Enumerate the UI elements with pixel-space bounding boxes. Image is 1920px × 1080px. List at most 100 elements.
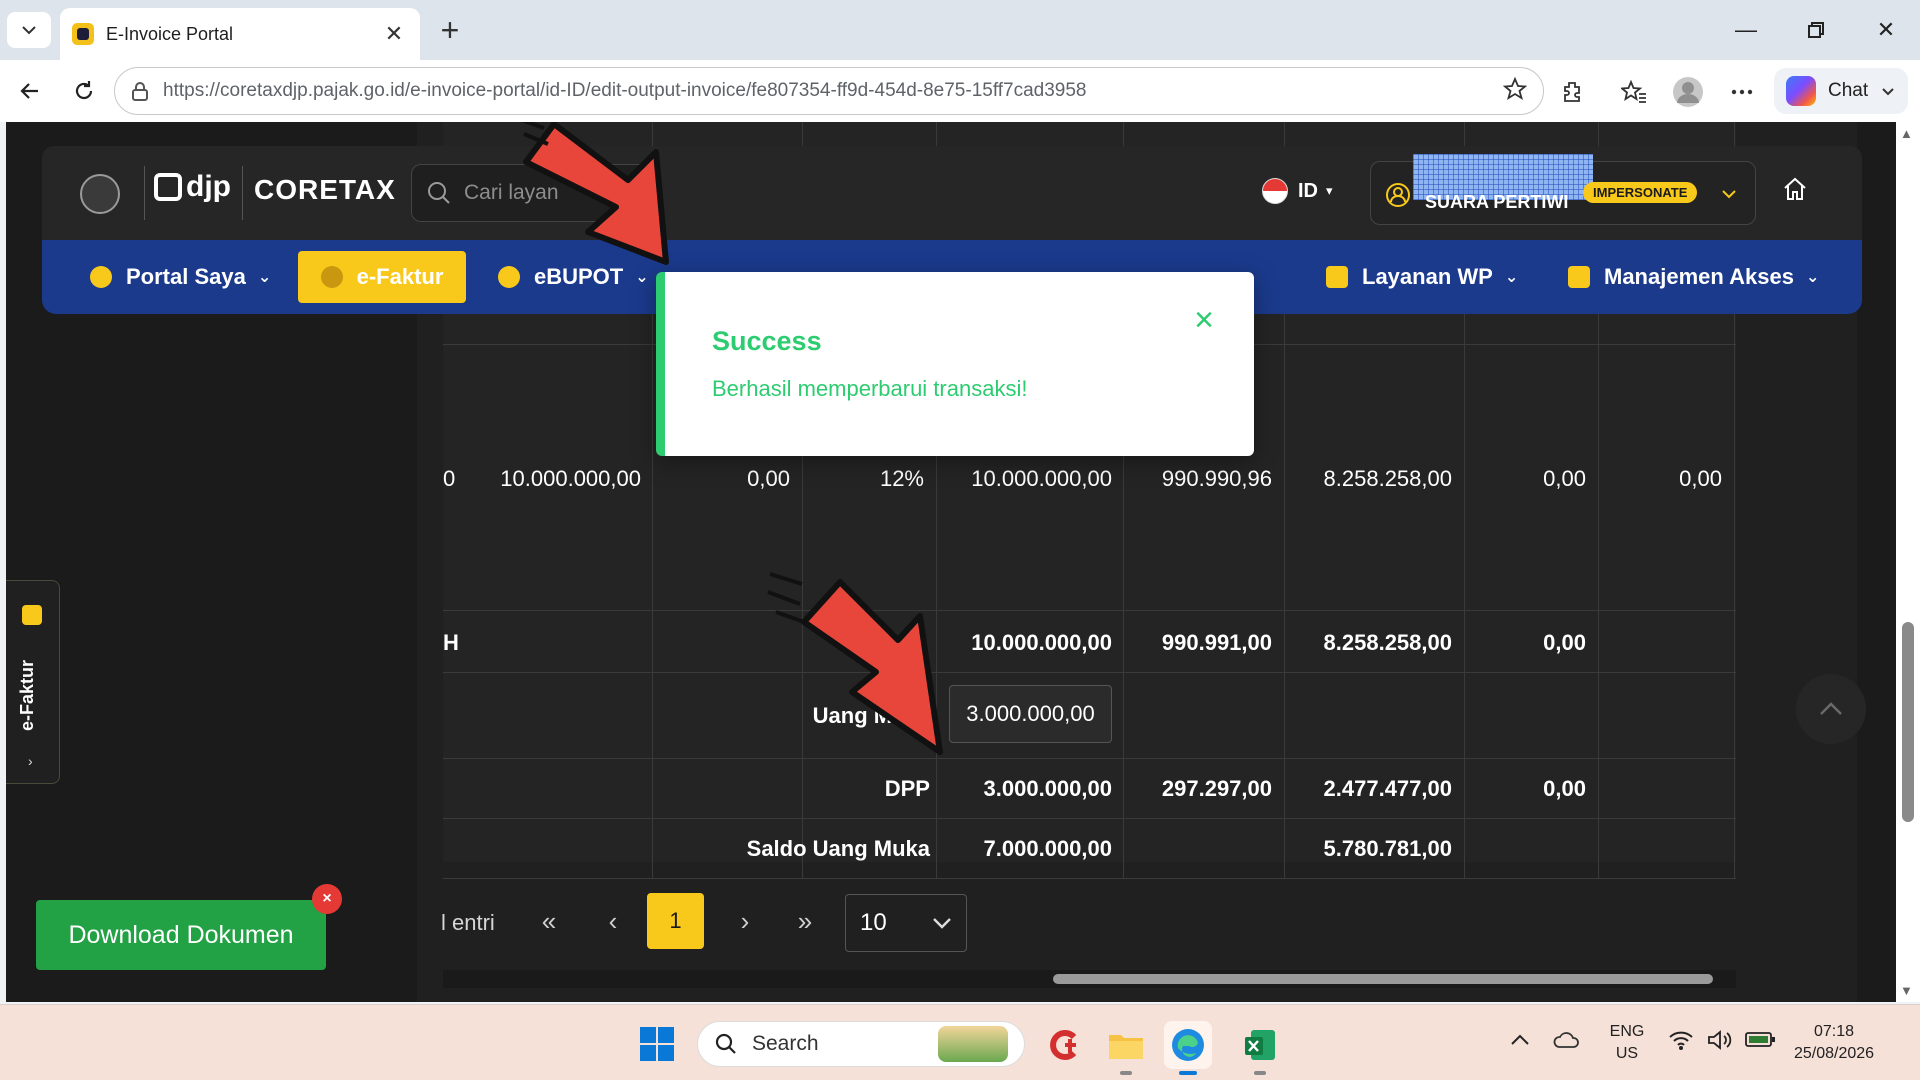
arrow-left-icon [20, 83, 38, 99]
grid-icon [1326, 266, 1348, 288]
nav-portal-saya[interactable]: Portal Saya ⌄ [78, 251, 283, 303]
prev-page-button[interactable]: ‹ [584, 892, 642, 950]
clock[interactable]: 07:18 25/08/2026 [1784, 1021, 1884, 1065]
nav-manajemen-akses[interactable]: Manajemen Akses ⌄ [1556, 251, 1831, 303]
home-icon [1784, 177, 1806, 200]
tab-close-icon[interactable]: ✕ [380, 21, 408, 47]
table-cell: 297.297,00 [1161, 776, 1272, 801]
next-page-button[interactable]: › [716, 892, 774, 950]
extensions-icon[interactable] [1554, 74, 1590, 110]
coretax-logo: CORETAX [254, 174, 396, 205]
chevron-up-icon [1820, 702, 1842, 715]
close-icon[interactable]: × [312, 884, 342, 914]
red-arrow-annotation [521, 122, 669, 265]
toast-title: Success [712, 326, 822, 356]
chat-label: Chat [1828, 80, 1869, 101]
toast-message: Berhasil memperbarui transaksi! [712, 376, 1028, 401]
table-cell: 0 [443, 466, 456, 491]
impersonate-badge: IMPERSONATE [1583, 182, 1698, 203]
table-cell: 0,00 [747, 466, 790, 491]
back-button[interactable] [8, 70, 52, 112]
minimize-button[interactable]: — [1716, 10, 1776, 50]
djp-logo: djp [154, 170, 231, 204]
key-icon [1568, 266, 1590, 288]
chevron-down-icon [22, 26, 36, 35]
portal-icon [90, 266, 112, 288]
restore-icon [1808, 22, 1824, 38]
close-icon[interactable]: × [1188, 303, 1220, 337]
more-menu-icon[interactable] [1724, 74, 1760, 110]
show-hidden-icons-button[interactable] [1510, 1033, 1530, 1052]
coretax-app-icon[interactable] [1040, 1021, 1088, 1069]
reload-button[interactable] [62, 70, 106, 112]
nav-layanan-wp[interactable]: Layanan WP ⌄ [1314, 251, 1530, 303]
table-cell: 7.000.000,00 [983, 836, 1112, 861]
saldo-uang-muka-label: Saldo Uang Muka [746, 836, 930, 861]
restore-button[interactable] [1786, 10, 1846, 50]
tab-list-button[interactable] [7, 12, 51, 48]
table-horizontal-scrollbar[interactable] [443, 970, 1736, 988]
e-faktur-side-tab[interactable]: e-Faktur › [6, 580, 60, 784]
input-language-indicator[interactable]: ENG US [1604, 1021, 1650, 1065]
indonesia-flag-icon [1262, 178, 1288, 204]
table-cell: 0,00 [1543, 776, 1586, 801]
chevron-down-icon [1722, 190, 1736, 199]
onedrive-icon[interactable] [1552, 1029, 1580, 1056]
windows-start-button[interactable] [640, 1027, 674, 1061]
copilot-logo-icon [1786, 76, 1816, 106]
web-page: 0 10.000.000,00 0,00 12% 10.000.000,00 9… [6, 122, 1896, 1002]
search-highlight-image [938, 1026, 1008, 1062]
table-cell: 0,00 [1679, 466, 1722, 491]
excel-icon[interactable] [1236, 1021, 1284, 1075]
page-size-value: 10 [860, 909, 887, 936]
table-cell: 990.991,00 [1161, 630, 1272, 655]
page-size-select[interactable]: 10 [845, 894, 967, 952]
address-bar[interactable]: https://coretaxdjp.pajak.go.id/e-invoice… [114, 67, 1544, 115]
browser-tab[interactable]: E-Invoice Portal ✕ [60, 8, 420, 60]
e-faktur-icon [320, 266, 343, 288]
close-window-button[interactable]: ✕ [1856, 10, 1916, 50]
url-text: https://coretaxdjp.pajak.go.id/e-invoice… [163, 80, 1087, 101]
djp-emblem-logo [80, 174, 120, 214]
copilot-chat-button[interactable]: Chat [1774, 68, 1908, 114]
success-toast: Success Berhasil memperbarui transaksi! … [656, 272, 1254, 456]
language-selector[interactable]: ID ▾ [1262, 178, 1333, 204]
favorite-star-icon[interactable] [1502, 76, 1528, 106]
windows-taskbar: Search ENG US 07:18 25/08/2026 [0, 1004, 1920, 1080]
nav-e-faktur[interactable]: e-Faktur [298, 251, 466, 303]
side-tab-label: e-Faktur [17, 659, 37, 731]
table-cell: 8.258.258,00 [1323, 466, 1452, 491]
table-cell: 10.000.000,00 [971, 466, 1112, 491]
table-cell: 0,00 [1543, 630, 1586, 655]
user-badge-icon [1386, 183, 1410, 207]
lock-icon [132, 82, 148, 101]
search-icon [428, 182, 450, 204]
download-dokumen-button[interactable]: Download Dokumen [36, 900, 326, 970]
profile-avatar-icon[interactable] [1670, 74, 1706, 110]
taskbar-search[interactable]: Search [697, 1021, 1025, 1067]
chevron-down-icon [1882, 88, 1894, 96]
volume-icon[interactable] [1706, 1029, 1732, 1056]
scroll-to-top-button[interactable] [1796, 674, 1866, 744]
battery-icon[interactable] [1744, 1029, 1776, 1054]
first-page-button[interactable]: « [520, 892, 578, 950]
table-cell: 5.780.781,00 [1323, 836, 1452, 861]
wifi-icon[interactable] [1668, 1029, 1694, 1056]
home-button[interactable] [1782, 176, 1808, 207]
user-profile-menu[interactable]: SUARA PERTIWI IMPERSONATE [1370, 154, 1756, 225]
last-page-button[interactable]: » [776, 892, 834, 950]
table-cell: H [443, 630, 459, 655]
new-tab-button[interactable]: + [430, 12, 470, 48]
edge-browser-icon[interactable] [1164, 1021, 1212, 1075]
browser-toolbar: https://coretaxdjp.pajak.go.id/e-invoice… [0, 60, 1920, 122]
table-cell: 990.990,96 [1161, 466, 1272, 491]
file-explorer-icon[interactable] [1102, 1021, 1150, 1075]
table-cell: 10.000.000,00 [500, 466, 641, 491]
table-cell: 0,00 [1543, 466, 1586, 491]
page-vertical-scrollbar[interactable]: ▲ ▼ [1896, 122, 1920, 1002]
chevron-down-icon [933, 918, 951, 929]
favorites-icon[interactable] [1616, 74, 1652, 110]
entries-text: l entri [441, 910, 495, 935]
page-1-button[interactable]: 1 [647, 893, 704, 949]
red-arrow-annotation [767, 572, 943, 755]
